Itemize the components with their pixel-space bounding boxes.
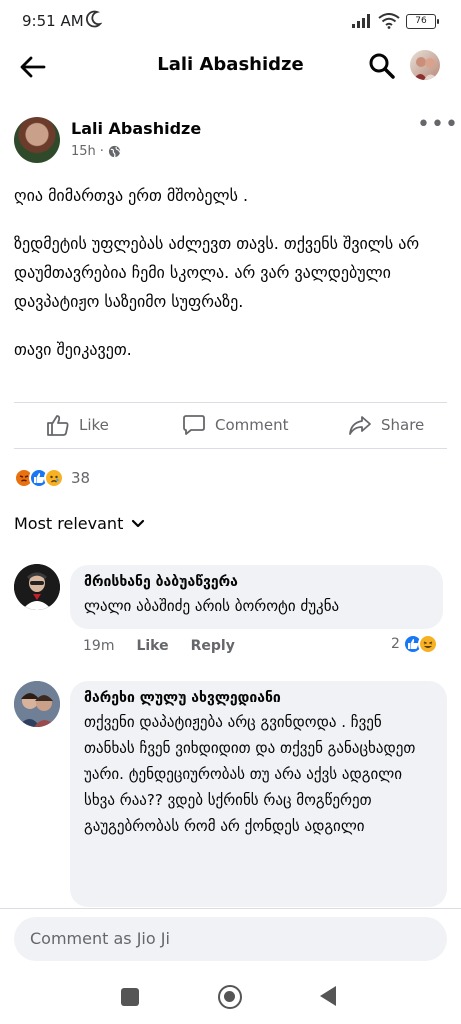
system-back-icon[interactable]	[320, 986, 336, 1006]
comment-reply-button[interactable]: Reply	[191, 638, 235, 654]
status-bar: 9:51 AM 76	[0, 0, 461, 44]
comment-text: თქვენი დაპატიჟება არც გვინდოდა . ჩვენ თა…	[84, 713, 416, 835]
search-icon[interactable]	[368, 52, 396, 80]
comment-filter-label: Most relevant	[14, 514, 124, 533]
comment-bubble[interactable]: მარეხი ლულუ ახვლედიანი თქვენი დაპატიჟება…	[70, 681, 447, 907]
comment-time: 19m	[83, 638, 115, 654]
divider	[14, 448, 447, 449]
commenter-avatar[interactable]	[14, 564, 60, 610]
post-time[interactable]: 15h	[71, 144, 96, 159]
comment-filter-dropdown[interactable]: Most relevant	[14, 514, 145, 533]
comment-meta: 19m Like Reply	[83, 638, 235, 654]
comment-reactions[interactable]: 2	[391, 634, 438, 654]
post-meta: 15h ·	[71, 144, 121, 159]
more-options-icon[interactable]: •••	[417, 112, 459, 137]
comment-bubble[interactable]: მრისხანე ბაბუაწვერა ლალი აბაშიძე არის ბო…	[70, 565, 443, 629]
signal-icon	[352, 14, 370, 28]
post-actions: Like Comment Share	[0, 413, 461, 447]
reaction-count: 38	[71, 469, 91, 487]
commenter-avatar[interactable]	[14, 681, 60, 727]
avatar-photo	[14, 564, 60, 610]
reaction-summary[interactable]: 38	[14, 468, 90, 488]
post-paragraph: ღია მიმართვა ერთ მშობელს .	[14, 186, 249, 205]
like-label: Like	[79, 416, 109, 434]
comment-like-button[interactable]: Like	[136, 638, 168, 654]
commenter-name[interactable]: მარეხი ლულუ ახვლედიანი	[84, 690, 435, 706]
share-button[interactable]: Share	[348, 413, 424, 437]
post-body: ღია მიმართვა ერთ მშობელს . ზედმეტის უფლე…	[14, 181, 450, 383]
avatar-photo	[413, 57, 438, 80]
thumbs-up-icon	[47, 415, 69, 436]
post-author-avatar[interactable]	[14, 117, 60, 163]
divider	[0, 908, 461, 909]
comment-text: ლალი აბაშიძე არის ბოროტი ძუკნა	[84, 597, 340, 615]
dot-separator: ·	[99, 144, 104, 159]
recent-apps-icon[interactable]	[121, 988, 139, 1006]
comment-reaction-count: 2	[391, 636, 400, 652]
battery-indicator: 76	[406, 14, 439, 29]
comment-input[interactable]: Comment as Jio Ji	[14, 917, 447, 961]
share-icon	[349, 416, 371, 435]
share-label: Share	[381, 416, 425, 434]
sad-react-icon	[44, 468, 64, 488]
like-button[interactable]: Like	[46, 413, 109, 437]
avatar-photo	[14, 681, 60, 727]
comment-label: Comment	[215, 416, 289, 434]
commenter-name[interactable]: მრისხანე ბაბუაწვერა	[84, 574, 431, 590]
chevron-down-icon	[132, 519, 145, 527]
profile-avatar[interactable]	[410, 50, 440, 80]
post-paragraph: ზედმეტის უფლებას აძლევთ თავს. თქვენს შვი…	[14, 234, 420, 311]
divider	[14, 402, 447, 403]
post-paragraph: თავი შეიკავეთ.	[14, 340, 132, 359]
app-bar: Lali Abashidze	[0, 44, 461, 90]
home-icon[interactable]	[218, 985, 242, 1009]
status-time: 9:51 AM	[22, 12, 84, 30]
globe-icon	[108, 145, 121, 158]
system-nav-bar	[0, 972, 461, 1024]
wifi-icon	[378, 13, 400, 29]
laugh-react-icon	[417, 634, 438, 654]
comment-icon	[183, 415, 205, 435]
do-not-disturb-icon	[86, 10, 102, 28]
post-author-name[interactable]: Lali Abashidze	[71, 119, 201, 138]
comment-button[interactable]: Comment	[182, 413, 289, 437]
